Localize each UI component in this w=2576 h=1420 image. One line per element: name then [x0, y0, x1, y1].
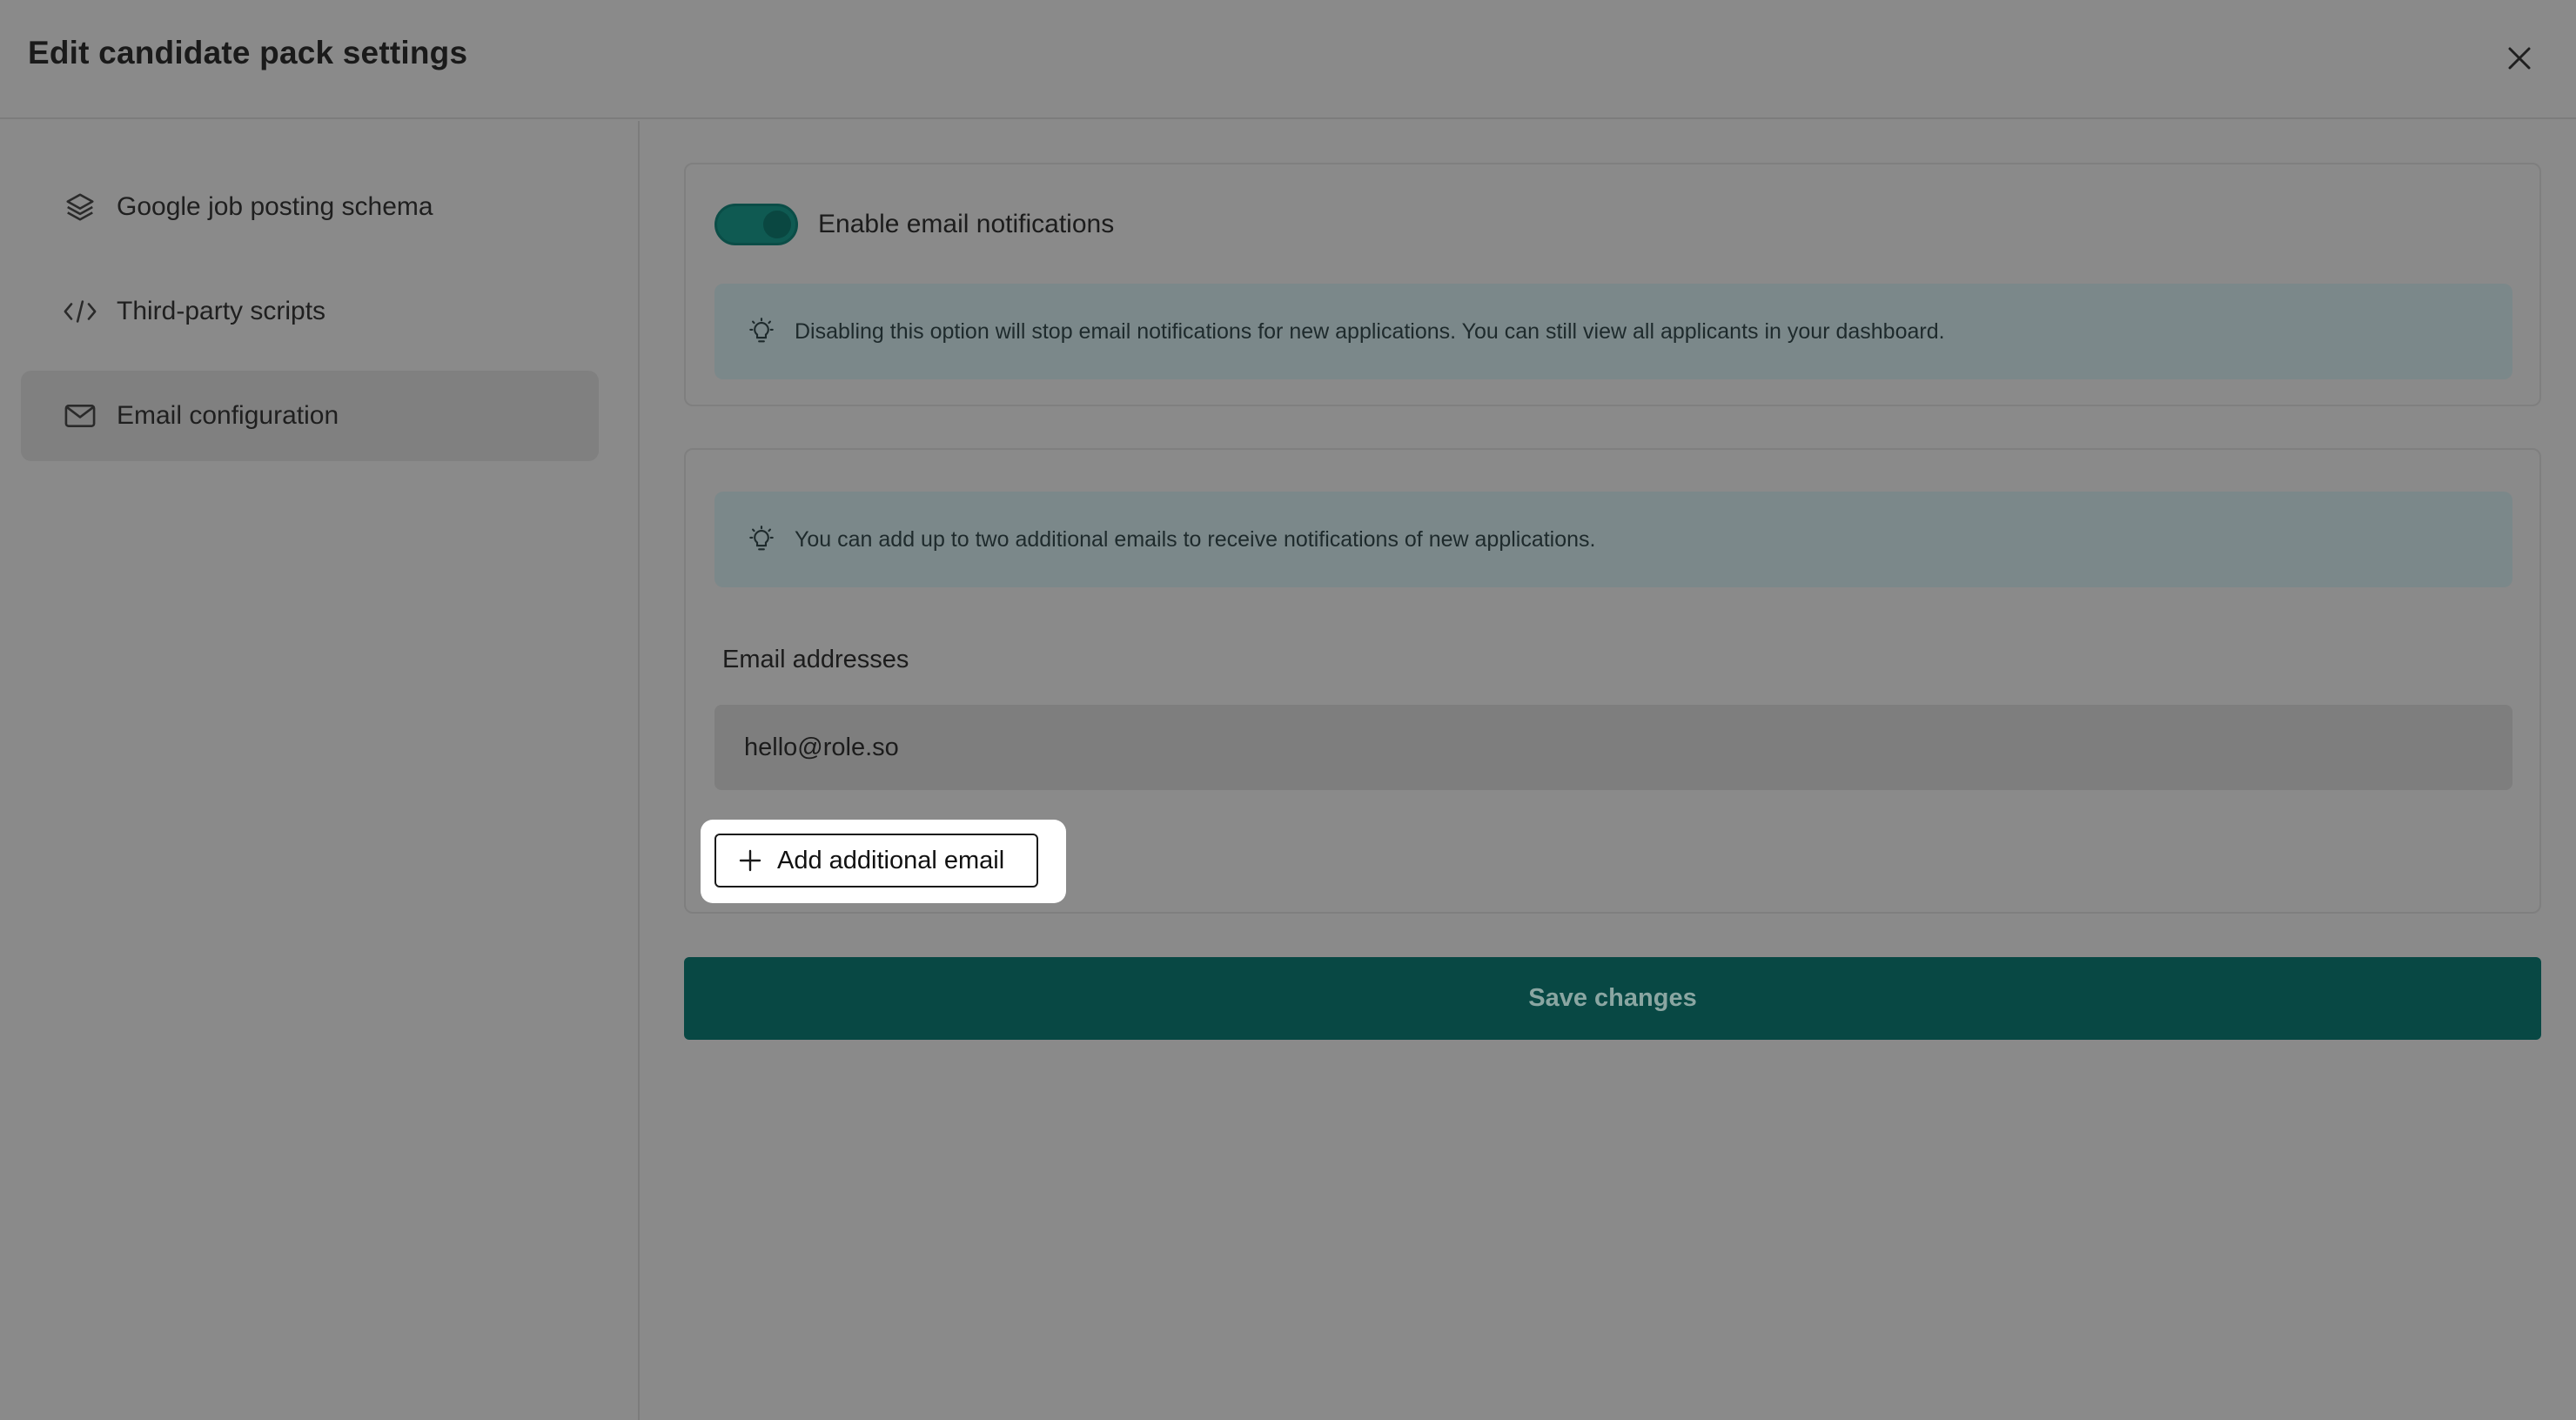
email-addresses-label: Email addresses: [722, 646, 909, 673]
plus-icon: [737, 847, 763, 874]
code-icon: [63, 294, 97, 329]
lightbulb-icon: [746, 316, 777, 347]
close-icon: [2508, 47, 2531, 70]
add-email-highlight: Add additional email: [701, 820, 1066, 903]
notifications-info-box: Disabling this option will stop email no…: [714, 284, 2512, 379]
info-text: You can add up to two additional emails …: [795, 526, 1596, 552]
email-addresses-card: You can add up to two additional emails …: [684, 448, 2541, 914]
sidebar-item-label: Email configuration: [117, 401, 339, 430]
info-text: Disabling this option will stop email no…: [795, 318, 1945, 344]
emails-info-box: You can add up to two additional emails …: [714, 492, 2512, 587]
settings-sidebar: Google job posting schema Third-party sc…: [0, 121, 640, 1420]
sidebar-item-email-configuration[interactable]: Email configuration: [21, 371, 599, 461]
save-changes-button[interactable]: Save changes: [684, 957, 2541, 1040]
mail-icon: [63, 399, 97, 433]
email-notifications-toggle[interactable]: [714, 204, 798, 245]
sidebar-item-third-party-scripts[interactable]: Third-party scripts: [21, 266, 599, 357]
sidebar-item-google-job-posting-schema[interactable]: Google job posting schema: [21, 162, 599, 252]
add-email-label: Add additional email: [777, 846, 1005, 874]
lightbulb-icon: [746, 524, 777, 555]
save-label: Save changes: [1528, 984, 1697, 1012]
email-address-field[interactable]: [714, 705, 2512, 790]
toggle-label: Enable email notifications: [818, 210, 1115, 238]
layers-icon: [63, 190, 97, 224]
modal-header: Edit candidate pack settings: [0, 0, 2576, 119]
sidebar-item-label: Google job posting schema: [117, 192, 433, 221]
notifications-card: Enable email notifications Disabling thi…: [684, 163, 2541, 406]
page-title: Edit candidate pack settings: [28, 35, 468, 70]
add-additional-email-button[interactable]: Add additional email: [714, 834, 1038, 888]
toggle-knob: [763, 211, 791, 238]
sidebar-item-label: Third-party scripts: [117, 297, 326, 325]
close-button[interactable]: [2498, 37, 2541, 80]
